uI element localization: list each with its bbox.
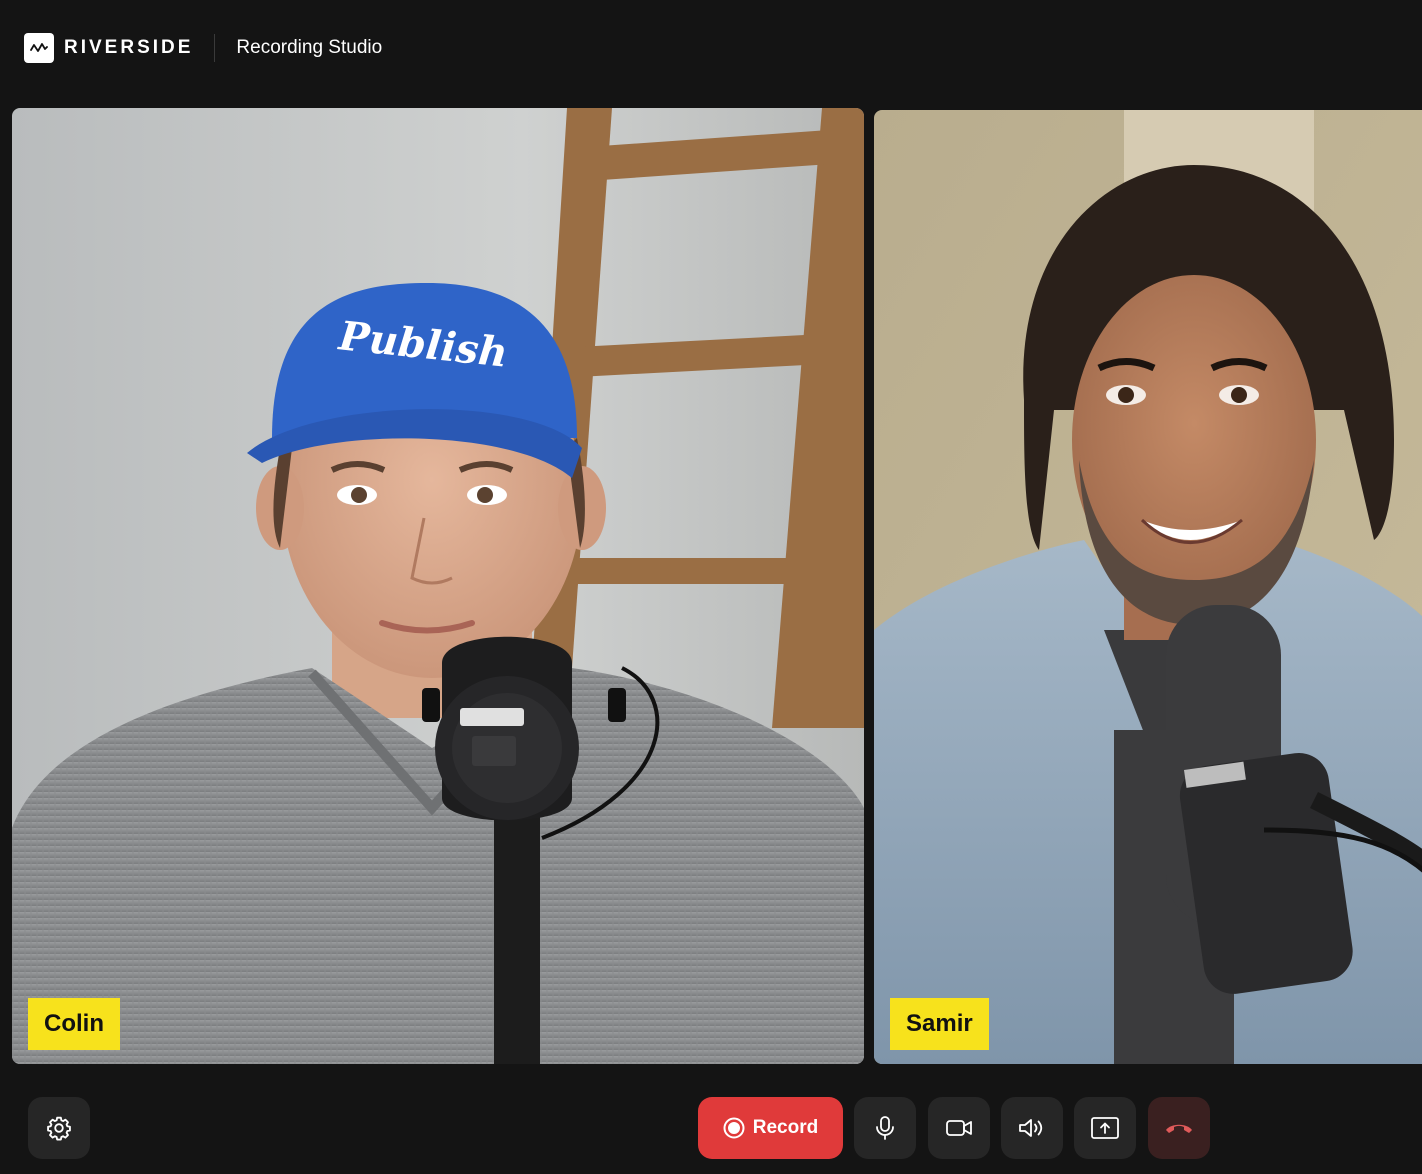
participant-name-colin: Colin xyxy=(28,998,120,1050)
speaker-icon xyxy=(1019,1119,1043,1137)
microphone-toggle-button[interactable] xyxy=(854,1097,916,1159)
microphone-icon xyxy=(876,1116,894,1140)
app-header: RIVERSIDE Recording Studio xyxy=(0,0,1422,96)
colin-video-feed: Publish xyxy=(12,108,864,1064)
record-button-label: Record xyxy=(752,1117,819,1138)
video-tile-colin[interactable]: Publish Colin xyxy=(12,108,864,1064)
record-icon xyxy=(723,1117,745,1139)
settings-button[interactable] xyxy=(28,1097,90,1159)
video-tile-samir[interactable]: Samir xyxy=(874,110,1422,1064)
brand-name: RIVERSIDE xyxy=(64,37,194,58)
gear-icon xyxy=(47,1116,71,1141)
samir-video-feed xyxy=(874,110,1422,1064)
hang-up-icon xyxy=(1166,1124,1192,1133)
page-title: Recording Studio xyxy=(236,37,383,58)
record-button[interactable]: Record xyxy=(698,1097,843,1159)
participant-name-samir: Samir xyxy=(890,998,989,1050)
riverside-logo-icon xyxy=(24,33,54,63)
share-screen-button[interactable] xyxy=(1074,1097,1136,1159)
camera-toggle-button[interactable] xyxy=(928,1097,990,1159)
camera-icon xyxy=(946,1120,972,1136)
share-screen-icon xyxy=(1091,1117,1119,1139)
leave-call-button[interactable] xyxy=(1148,1097,1210,1159)
header-divider xyxy=(214,34,216,62)
speaker-button[interactable] xyxy=(1001,1097,1063,1159)
